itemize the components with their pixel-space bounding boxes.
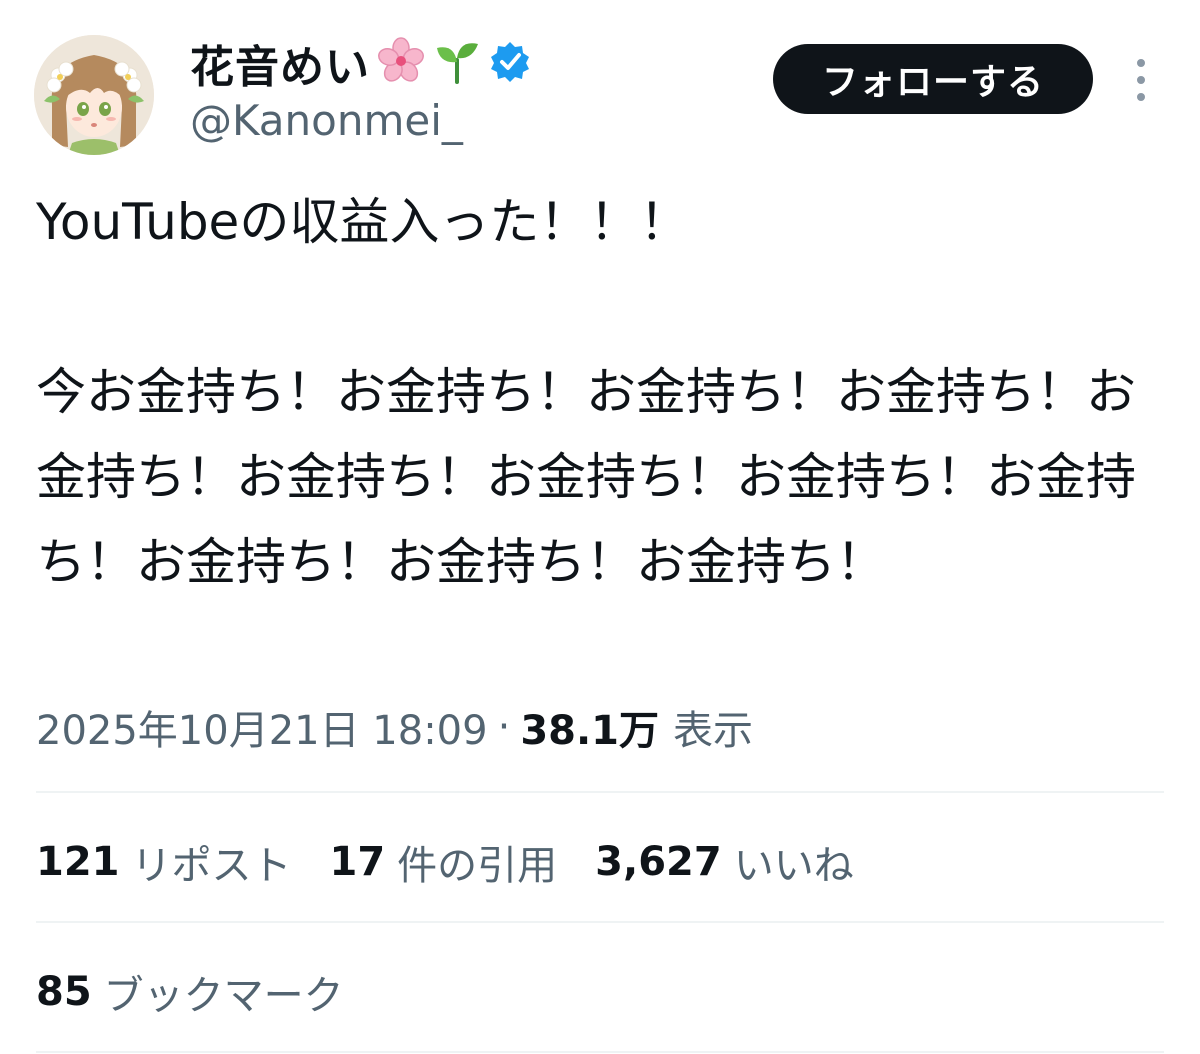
more-options-button[interactable] <box>1124 55 1158 105</box>
more-dot-icon <box>1137 76 1145 84</box>
likes-stat[interactable]: 3,627 いいね <box>595 833 854 891</box>
reposts-label: リポスト <box>131 843 292 889</box>
quotes-stat[interactable]: 17 件の引用 <box>330 833 558 891</box>
meta-separator: · <box>497 704 511 750</box>
divider <box>36 921 1164 923</box>
bookmarks-label: ブックマーク <box>103 973 344 1019</box>
reposts-stat[interactable]: 121 リポスト <box>36 833 292 891</box>
more-dot-icon <box>1137 59 1145 67</box>
bookmarks-stat[interactable]: 85 ブックマーク <box>36 962 344 1022</box>
more-dot-icon <box>1137 93 1145 101</box>
likes-label: いいね <box>733 843 854 889</box>
tweet-meta: 2025年10月21日 18:09 · 38.1万 表示 <box>36 697 753 757</box>
follow-button[interactable]: フォローする <box>773 44 1093 114</box>
reposts-count: 121 <box>36 839 120 885</box>
seedling-icon <box>432 36 482 90</box>
bookmarks-count: 85 <box>36 969 92 1015</box>
divider <box>36 791 1164 793</box>
avatar-image <box>34 35 154 155</box>
avatar[interactable] <box>34 35 154 155</box>
verified-badge-icon[interactable] <box>488 39 532 87</box>
author-handle[interactable]: @Kanonmei_ <box>190 96 463 145</box>
tweet-detail: 花音めい @Kanonmei_ フォローする YouTubeの収益入った！！！ … <box>0 0 1200 1054</box>
views-label: 表示 <box>673 708 754 754</box>
likes-count: 3,627 <box>595 839 722 885</box>
quotes-count: 17 <box>329 839 386 885</box>
engagement-stats: 121 リポスト 17 件の引用 3,627 いいね <box>36 832 892 892</box>
cherry-blossom-icon <box>376 36 426 90</box>
views-count: 38.1万 <box>520 708 660 754</box>
tweet-text: YouTubeの収益入った！！！ 今お金持ち！お金持ち！お金持ち！お金持ち！お金… <box>36 193 1136 591</box>
timestamp-link[interactable]: 2025年10月21日 18:09 <box>36 698 488 756</box>
display-name[interactable]: 花音めい <box>190 31 370 95</box>
divider <box>36 1051 1164 1053</box>
quotes-label: 件の引用 <box>397 843 558 889</box>
author-name-row[interactable]: 花音めい <box>190 33 532 93</box>
